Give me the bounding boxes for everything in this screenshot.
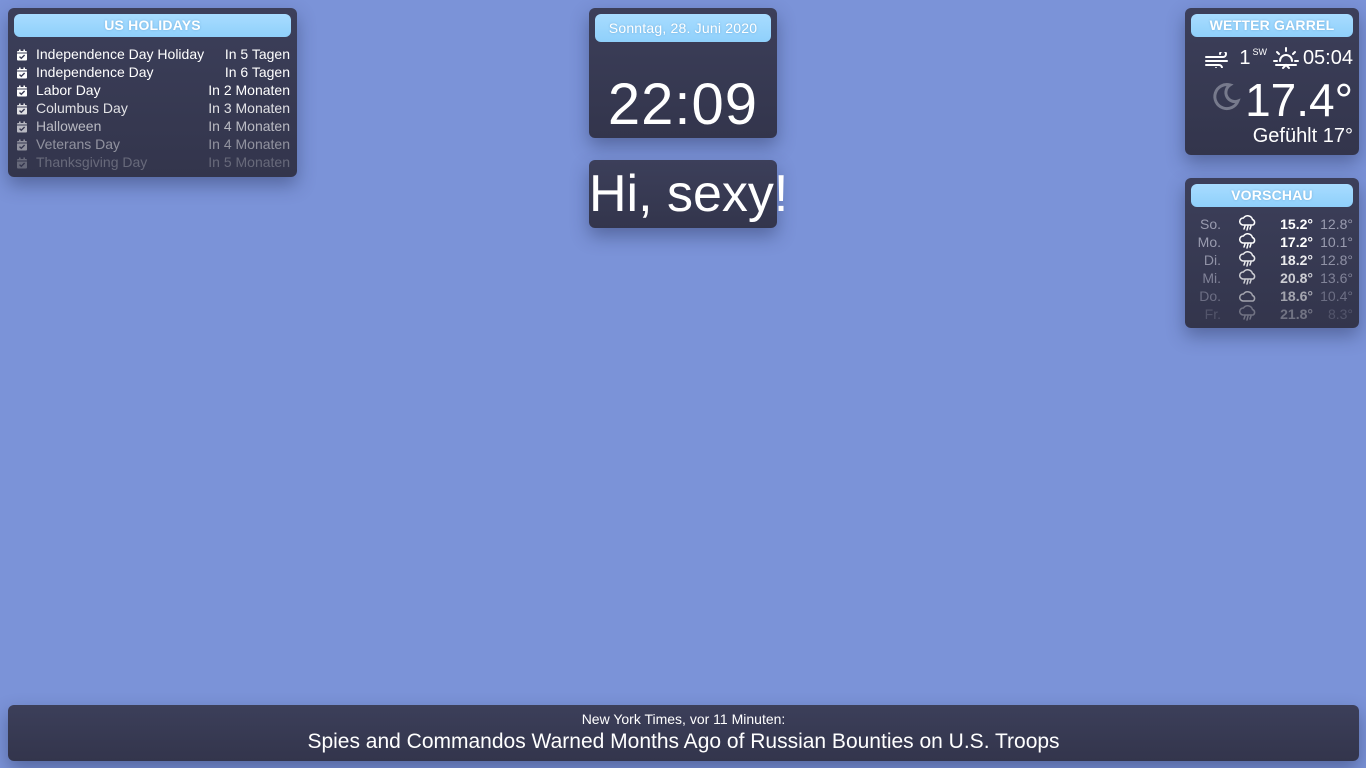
forecast-row: So. 15.2° 12.8° bbox=[1191, 215, 1353, 233]
wind-speed: 1 bbox=[1239, 47, 1251, 69]
forecast-day: Do. bbox=[1199, 288, 1221, 304]
clock-time: 22:09 bbox=[607, 72, 759, 137]
forecast-max-temp: 21.8° bbox=[1280, 306, 1313, 322]
holiday-name: Halloween bbox=[36, 118, 102, 134]
forecast-list: So. 15.2° 12.8° Mo. 17.2° 10.1° Di. 18.2° 12.8° M… bbox=[1191, 215, 1353, 323]
holiday-row: Thanksgiving Day In 5 Monaten bbox=[16, 153, 290, 171]
holiday-countdown: In 6 Tagen bbox=[224, 64, 290, 80]
moon-icon bbox=[1211, 82, 1241, 117]
calendar-check-icon bbox=[16, 138, 28, 151]
forecast-row: Do. 18.6° 10.4° bbox=[1191, 287, 1353, 305]
holiday-countdown: In 2 Monaten bbox=[208, 82, 290, 98]
forecast-module: VORSCHAU So. 15.2° 12.8° Mo. 17.2° 10.1° Di. 18… bbox=[1185, 178, 1359, 328]
holiday-countdown: In 5 Tagen bbox=[224, 46, 290, 62]
rain-cloud-icon bbox=[1233, 251, 1263, 269]
forecast-day: Di. bbox=[1203, 252, 1221, 268]
forecast-day: Fr. bbox=[1204, 306, 1221, 322]
holiday-name: Independence Day Holiday bbox=[36, 46, 205, 62]
calendar-check-icon bbox=[16, 156, 28, 169]
forecast-row: Di. 18.2° 12.8° bbox=[1191, 251, 1353, 269]
wind-direction: SW bbox=[1252, 47, 1267, 57]
calendar-check-icon bbox=[16, 66, 28, 79]
holiday-countdown: In 3 Monaten bbox=[208, 100, 290, 116]
rain-cloud-icon bbox=[1233, 233, 1263, 251]
holiday-row: Labor Day In 2 Monaten bbox=[16, 81, 290, 99]
forecast-header: VORSCHAU bbox=[1191, 184, 1353, 207]
holiday-name: Columbus Day bbox=[36, 100, 128, 116]
forecast-day: So. bbox=[1199, 216, 1221, 232]
holiday-name: Veterans Day bbox=[36, 136, 121, 152]
holiday-countdown: In 5 Monaten bbox=[208, 154, 290, 170]
forecast-max-temp: 18.6° bbox=[1280, 288, 1313, 304]
forecast-max-temp: 17.2° bbox=[1280, 234, 1313, 250]
holiday-row: Independence Day Holiday In 5 Tagen bbox=[16, 45, 290, 63]
forecast-row: Mo. 17.2° 10.1° bbox=[1191, 233, 1353, 251]
forecast-min-temp: 12.8° bbox=[1320, 216, 1353, 232]
forecast-max-temp: 20.8° bbox=[1280, 270, 1313, 286]
holiday-name: Labor Day bbox=[36, 82, 101, 98]
calendar-check-icon bbox=[16, 84, 28, 97]
forecast-min-temp: 10.1° bbox=[1320, 234, 1353, 250]
holiday-name: Thanksgiving Day bbox=[36, 154, 148, 170]
newsfeed-module: New York Times, vor 11 Minuten: Spies an… bbox=[8, 705, 1359, 761]
holidays-list: Independence Day Holiday In 5 Tagen Indepe… bbox=[16, 45, 290, 171]
weather-header: WETTER GARREL bbox=[1191, 14, 1353, 37]
holidays-header: US HOLIDAYS bbox=[14, 14, 291, 37]
holiday-row: Veterans Day In 4 Monaten bbox=[16, 135, 290, 153]
holiday-row: Independence Day In 6 Tagen bbox=[16, 63, 290, 81]
compliment-module: Hi, sexy! bbox=[589, 160, 789, 228]
current-temperature: 17.4° bbox=[1245, 74, 1353, 126]
calendar-check-icon bbox=[16, 48, 28, 61]
forecast-min-temp: 13.6° bbox=[1320, 270, 1353, 286]
holidays-module: US HOLIDAYS Independence Day Holiday In 5… bbox=[8, 8, 297, 177]
forecast-max-temp: 15.2° bbox=[1280, 216, 1313, 232]
rain-cloud-icon bbox=[1233, 269, 1263, 287]
rain-cloud-icon bbox=[1233, 215, 1263, 233]
calendar-check-icon bbox=[16, 120, 28, 133]
holiday-countdown: In 4 Monaten bbox=[208, 136, 290, 152]
forecast-row: Mi. 20.8° 13.6° bbox=[1191, 269, 1353, 287]
news-headline[interactable]: Spies and Commandos Warned Months Ago of… bbox=[8, 729, 1359, 755]
sunrise-time: 05:04 bbox=[1302, 47, 1353, 69]
forecast-min-temp: 10.4° bbox=[1320, 288, 1353, 304]
holiday-row: Columbus Day In 3 Monaten bbox=[16, 99, 290, 117]
rain-cloud-icon bbox=[1233, 305, 1263, 323]
holiday-countdown: In 4 Monaten bbox=[208, 118, 290, 134]
cloud-icon bbox=[1233, 287, 1263, 305]
weather-module: WETTER GARREL 1 SW 05:04 17.4° Gefühlt 1… bbox=[1185, 8, 1359, 155]
feels-like: Gefühlt 17° bbox=[1252, 125, 1353, 147]
forecast-min-temp: 12.8° bbox=[1320, 252, 1353, 268]
forecast-min-temp: 8.3° bbox=[1327, 306, 1353, 322]
calendar-check-icon bbox=[16, 102, 28, 115]
forecast-day: Mi. bbox=[1202, 270, 1221, 286]
compliment-text: Hi, sexy! bbox=[589, 165, 789, 223]
forecast-row: Fr. 21.8° 8.3° bbox=[1191, 305, 1353, 323]
clock-date: Sonntag, 28. Juni 2020 bbox=[595, 14, 771, 42]
holiday-row: Halloween In 4 Monaten bbox=[16, 117, 290, 135]
forecast-max-temp: 18.2° bbox=[1280, 252, 1313, 268]
forecast-day: Mo. bbox=[1197, 234, 1221, 250]
wind-icon bbox=[1205, 50, 1235, 74]
news-source: New York Times, vor 11 Minuten: bbox=[581, 711, 786, 727]
clock-module: Sonntag, 28. Juni 2020 22:09 bbox=[589, 8, 777, 138]
holiday-name: Independence Day bbox=[36, 64, 154, 80]
